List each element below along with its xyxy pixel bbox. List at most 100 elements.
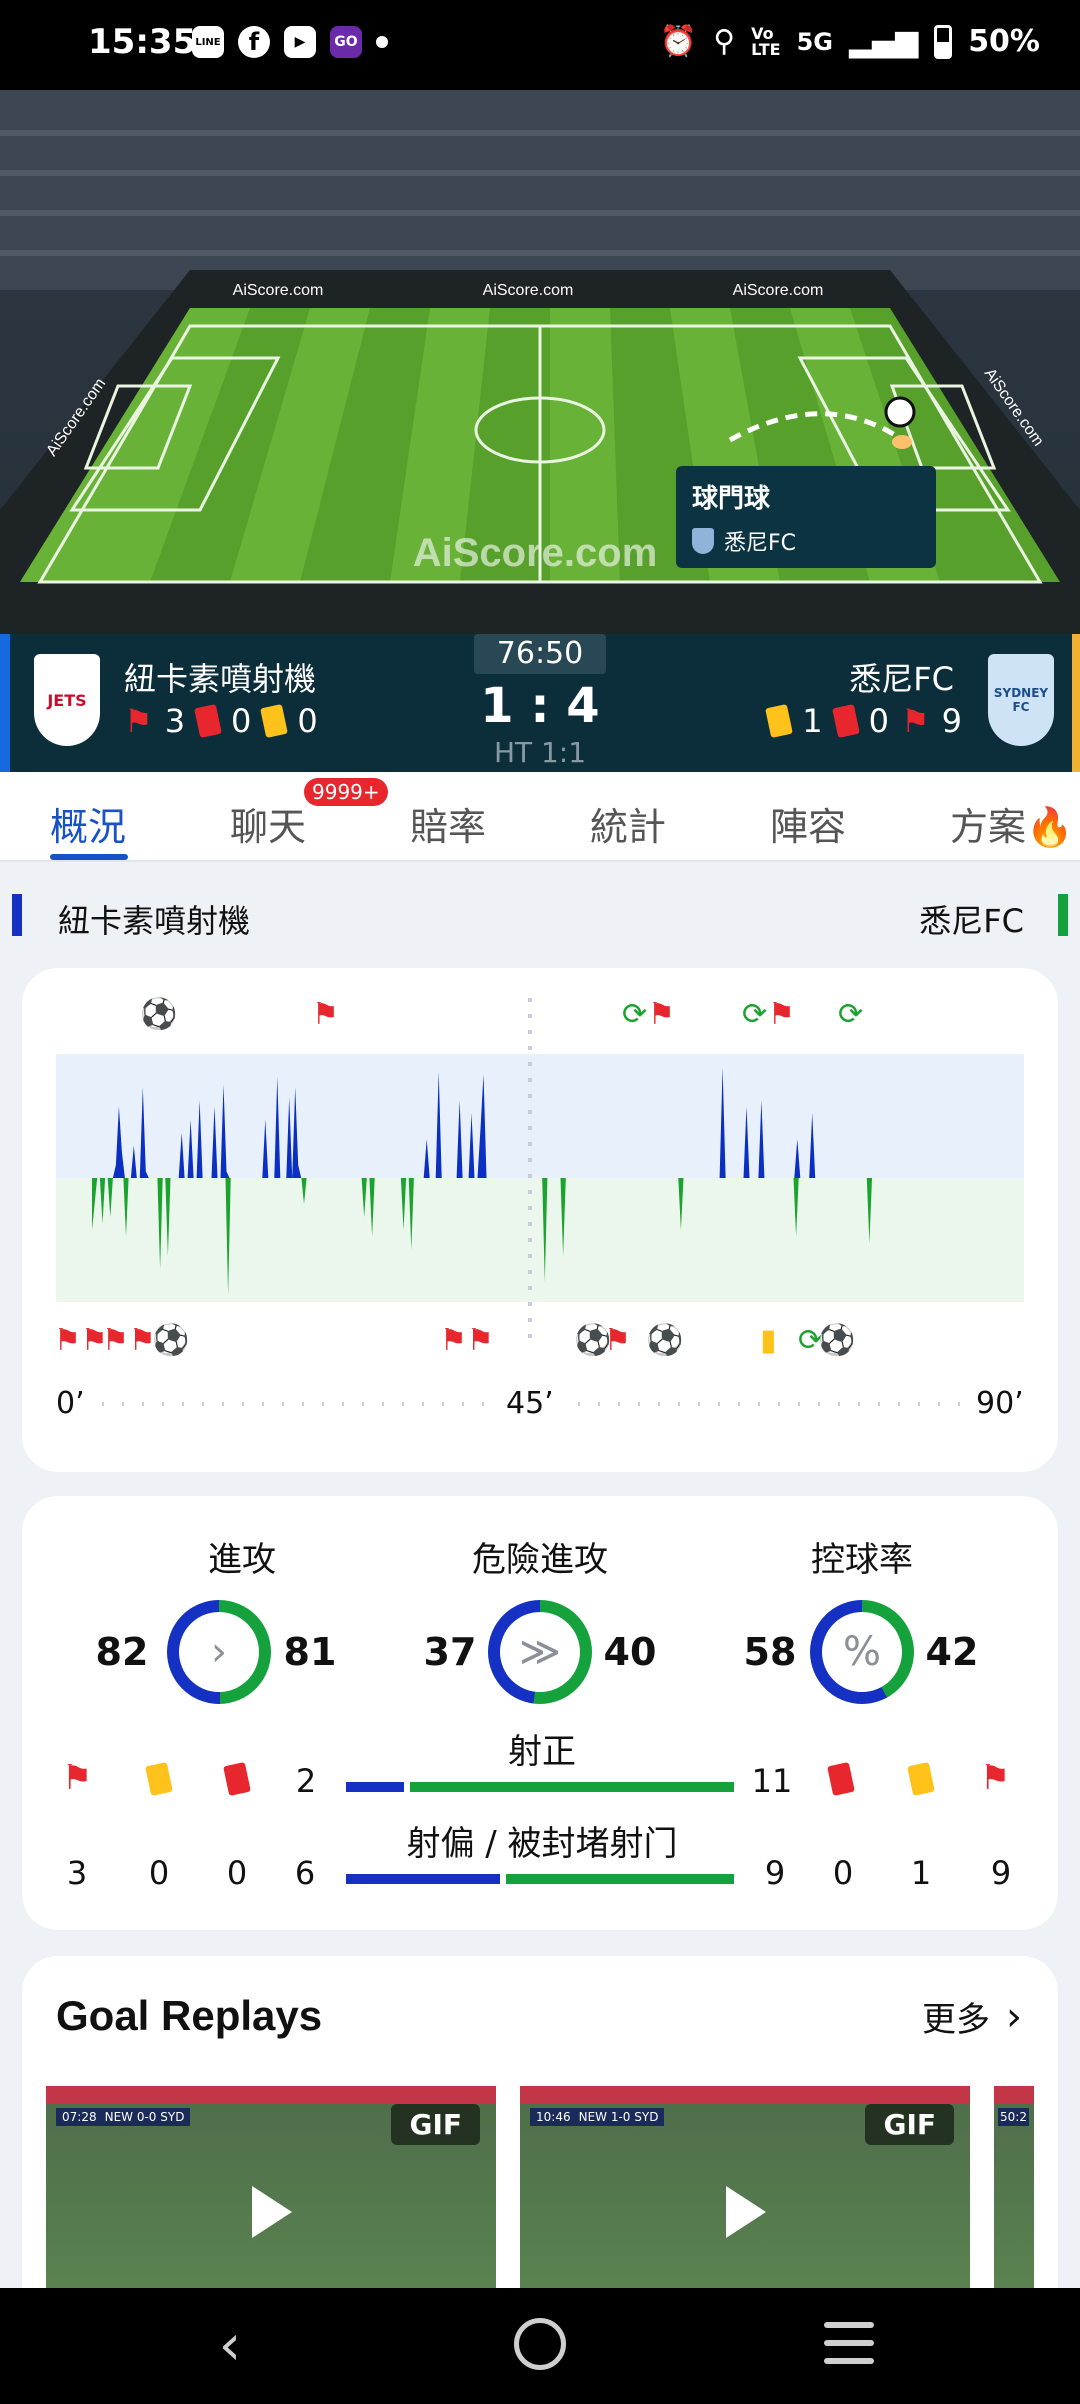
away-possession: 42	[925, 1630, 979, 1674]
corner-flag-icon: ⚑	[604, 1323, 631, 1358]
home-shots-on: 2	[295, 1762, 317, 1800]
replay-scorebug: 07:28 NEW 0-0 SYD	[56, 2108, 191, 2126]
attacks-label: 進攻	[208, 1540, 276, 1580]
goal-icon: ⚽	[151, 1322, 189, 1358]
battery-percent: 50%	[968, 24, 1040, 59]
ball-icon	[884, 396, 916, 428]
more-notifications-icon	[376, 36, 388, 48]
play-icon	[252, 2186, 292, 2238]
yellow-card-icon	[765, 704, 794, 738]
back-button[interactable]: ‹	[200, 2318, 260, 2378]
away-red-count: 0	[832, 1854, 854, 1892]
facebook-app-icon: f	[238, 26, 270, 58]
substitution-icon: ⟳	[742, 997, 767, 1032]
timeline-tick-45: 45’	[506, 1386, 554, 1421]
tab-odds[interactable]: 賠率	[410, 796, 486, 851]
corner-flag-icon: ⚑⚑	[102, 1323, 156, 1358]
away-dangerous-attacks: 40	[603, 1630, 657, 1674]
yellow-card-icon: ▮	[760, 1323, 777, 1358]
yellow-card-icon	[907, 1762, 935, 1796]
home-dangerous-attacks: 37	[423, 1630, 477, 1674]
corner-flag-icon: ⚑	[62, 1758, 93, 1798]
home-button[interactable]	[514, 2318, 566, 2370]
pitch-watermark: AiScore.com	[413, 531, 658, 575]
possession-ring: %	[810, 1600, 914, 1704]
tab-overview[interactable]: 概況	[50, 796, 126, 851]
chevron-right-icon: ›	[179, 1612, 259, 1692]
board-ad: AiScore.com	[233, 282, 324, 299]
dangerous-attacks-label: 危險進攻	[472, 1540, 608, 1580]
status-time: 15:35	[88, 22, 197, 62]
away-team-label: 悉尼FC	[919, 902, 1024, 940]
attacks-ring: ›	[167, 1600, 271, 1704]
tab-lineup[interactable]: 陣容	[770, 796, 846, 851]
team-crest-icon	[692, 528, 714, 554]
percent-icon: %	[822, 1612, 902, 1692]
substitution-icon: ⟳	[622, 997, 647, 1032]
board-ad: AiScore.com	[733, 282, 824, 299]
youtube-app-icon: ▶	[284, 26, 316, 58]
home-attacks: 82	[95, 1630, 149, 1674]
goal-icon: ⚽	[817, 1322, 855, 1358]
corner-flag-icon: ⚑⚑	[440, 1323, 494, 1358]
battery-icon	[934, 24, 953, 59]
home-team-label: 紐卡素噴射機	[58, 902, 251, 940]
event-popup: 球門球 悉尼FC	[676, 466, 936, 568]
possession-label: 控球率	[811, 1540, 913, 1580]
volte-icon: Vo LTE	[751, 23, 781, 59]
shots-off-away-bar	[506, 1874, 734, 1884]
home-corners-count: 3	[66, 1854, 88, 1892]
replays-title: Goal Replays	[56, 1992, 323, 2039]
gif-badge: GIF	[391, 2104, 480, 2145]
tab-stats[interactable]: 統計	[590, 796, 666, 851]
signal-icon: ▂▄▆	[848, 24, 919, 59]
tab-bar: 概況 聊天 9999+ 賠率 統計 陣容 方案🔥	[0, 772, 1080, 862]
gif-badge: GIF	[865, 2104, 954, 2145]
replays-more-link[interactable]: 更多 ›	[922, 1992, 1022, 2041]
away-shots-on: 11	[751, 1762, 793, 1800]
event-team: 悉尼FC	[724, 531, 797, 556]
corner-flag-icon: ⚑	[124, 702, 153, 740]
double-chevron-icon: ≫	[500, 1612, 580, 1692]
red-card-icon	[827, 1762, 855, 1796]
shots-on-away-bar	[410, 1782, 734, 1792]
away-red-cards: 0	[868, 702, 889, 740]
line-app-icon: LINE	[192, 26, 224, 58]
away-team-name: 悉尼FC	[849, 660, 954, 698]
event-title: 球門球	[692, 484, 771, 514]
corner-flag-icon: ⚑	[980, 1758, 1011, 1798]
timeline-tick-90: 90’	[976, 1386, 1024, 1421]
yellow-card-icon	[145, 1762, 173, 1796]
match-clock: 76:50	[474, 634, 606, 674]
home-team-name: 紐卡素噴射機	[124, 660, 317, 698]
tab-active-indicator	[50, 854, 128, 860]
home-red-count: 0	[226, 1854, 248, 1892]
match-stats-card: 進攻 82 › 81 危險進攻 37 ≫ 40 控球率 58 % 42 ⚑ 2 …	[22, 1496, 1058, 1930]
fire-icon: 🔥	[1026, 805, 1074, 849]
red-card-icon	[194, 704, 222, 738]
alarm-icon: ⏰	[659, 24, 698, 59]
shots-on-home-bar	[346, 1782, 404, 1792]
tab-plans[interactable]: 方案🔥	[950, 796, 1073, 851]
corner-flag-icon: ⚑	[648, 997, 675, 1032]
corner-flag-icon: ⚑	[312, 997, 339, 1032]
timeline-tick-0: 0’	[56, 1386, 85, 1421]
chat-badge: 9999+	[304, 778, 388, 806]
home-crest: JETS	[34, 654, 100, 746]
match-timeline-card: ⚽ ⚑ ⟳ ⚑ ⟳ ⚑ ⟳ ⚑⚑ ⚑⚑ ⚽ ⚑⚑ ⚽ ⚑ ⚽ ▮ ⟳ ⚽ 0’ …	[22, 968, 1058, 1472]
recents-button[interactable]	[824, 2322, 874, 2364]
home-possession: 58	[743, 1630, 797, 1674]
tab-chat[interactable]: 聊天	[230, 796, 306, 851]
ball-marker	[892, 435, 912, 449]
live-pitch-view: AiScore.com AiScore.com AiScore.com AiSc…	[0, 90, 1080, 634]
away-yellow-cards: 1	[802, 702, 823, 740]
red-card-icon	[223, 1762, 251, 1796]
home-corners: 3	[164, 702, 186, 740]
home-red-cards: 0	[231, 702, 252, 740]
away-yellow-count: 1	[910, 1854, 932, 1892]
home-yellow-count: 0	[148, 1854, 170, 1892]
corner-flag-icon: ⚑	[900, 702, 930, 740]
scoreboard: JETS 紐卡素噴射機 ⚑ 3 0 0 76:50 1 : 4 HT 1:1 悉…	[0, 634, 1080, 772]
network-type: 5G	[796, 27, 833, 56]
red-card-icon	[831, 704, 860, 738]
